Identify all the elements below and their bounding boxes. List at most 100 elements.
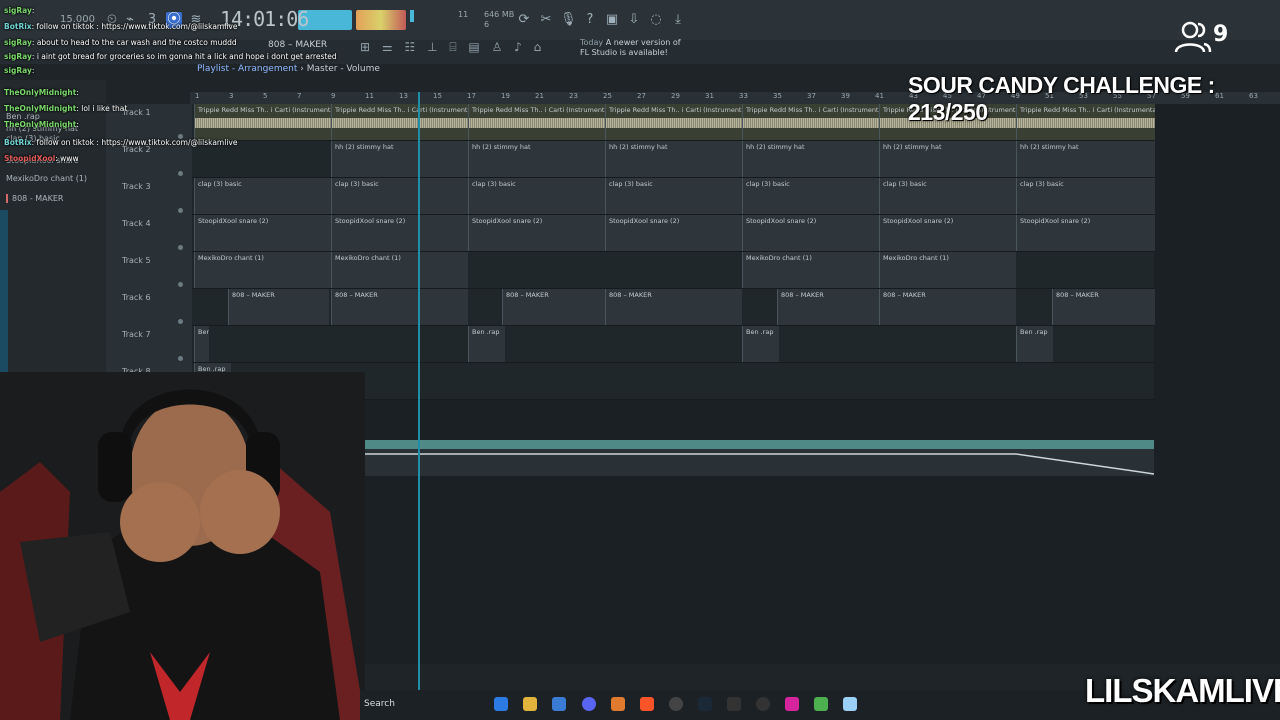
browser-item[interactable]: 808 - MAKER <box>6 194 63 203</box>
playhead[interactable] <box>418 92 420 692</box>
track-name[interactable]: Track 6 <box>122 293 151 302</box>
pattern-clip[interactable]: MexikoDro chant (1) <box>194 252 331 288</box>
instagram-icon[interactable] <box>785 697 799 711</box>
track-lane[interactable] <box>192 326 1154 363</box>
steam-icon[interactable] <box>698 697 712 711</box>
pattern-clip[interactable]: 808 – MAKER <box>228 289 329 325</box>
export-icon[interactable]: ⇩ <box>626 12 642 28</box>
pattern-clip[interactable]: clap (3) basic <box>879 178 1016 214</box>
pattern-clip[interactable]: hh (2) stimmy hat <box>605 141 742 177</box>
store-icon[interactable] <box>552 697 566 711</box>
pattern-clip[interactable]: clap (3) basic <box>468 178 605 214</box>
chat-text: : <box>31 6 35 15</box>
pattern-clip[interactable]: 808 – MAKER <box>502 289 605 325</box>
pattern-clip[interactable]: MexikoDro chant (1) <box>742 252 879 288</box>
chat-message: TheOnlyMidnight: lol i like that <box>4 104 127 113</box>
pattern-clip[interactable]: hh (2) stimmy hat <box>468 141 605 177</box>
pattern-clip[interactable]: 808 – MAKER <box>1052 289 1155 325</box>
pattern-clip[interactable]: MexikoDro chant (1) <box>331 252 468 288</box>
audio-clip[interactable]: Ben .rap <box>742 326 779 362</box>
chat-username: sigRay <box>4 52 32 61</box>
chat-icon[interactable]: ◌ <box>648 12 664 28</box>
app-icon-2[interactable] <box>727 697 741 711</box>
plugin-picker-icon[interactable]: ⊥ <box>427 40 437 54</box>
save-icon[interactable]: ▣ <box>604 12 620 28</box>
pattern-clip[interactable]: StoopidXool snare (2) <box>742 215 879 251</box>
channel-rack-icon[interactable]: ☷ <box>404 40 415 54</box>
pattern-clip[interactable]: 808 – MAKER <box>777 289 879 325</box>
4k-icon[interactable] <box>756 697 770 711</box>
track-mute-toggle[interactable] <box>178 282 183 287</box>
chat-text: : <box>31 66 35 75</box>
pattern-clip[interactable]: hh (2) stimmy hat <box>1016 141 1155 177</box>
pattern-clip[interactable]: clap (3) basic <box>742 178 879 214</box>
audio-clip[interactable]: Trippie Redd Miss Th.. i Carti (Instrume… <box>742 104 879 140</box>
copilot-icon[interactable] <box>494 697 508 711</box>
chat-text: : www <box>55 154 79 163</box>
cart-icon[interactable]: ⌂ <box>534 40 542 54</box>
audio-clip[interactable]: Trippie Redd Miss Th.. i Carti (Instrume… <box>605 104 742 140</box>
clip-label: hh (2) stimmy hat <box>472 143 531 151</box>
browser-icon[interactable]: ⌸ <box>449 40 456 54</box>
pianoroll-icon[interactable]: ⚌ <box>382 40 393 54</box>
pattern-clip[interactable]: StoopidXool snare (2) <box>1016 215 1155 251</box>
track-mute-toggle[interactable] <box>178 208 183 213</box>
pattern-clip[interactable]: MexikoDro chant (1) <box>879 252 1016 288</box>
file-explorer-icon[interactable] <box>523 697 537 711</box>
pattern-clip[interactable]: StoopidXool snare (2) <box>468 215 605 251</box>
pattern-clip[interactable]: StoopidXool snare (2) <box>331 215 468 251</box>
bar-tick: 25 <box>603 92 612 100</box>
clip-label: 808 – MAKER <box>1056 291 1099 299</box>
track-name[interactable]: Track 7 <box>122 330 151 339</box>
track-mute-toggle[interactable] <box>178 171 183 176</box>
brave-icon[interactable] <box>640 697 654 711</box>
clip-label: 808 – MAKER <box>781 291 824 299</box>
bar-tick: 31 <box>705 92 714 100</box>
pattern-clip[interactable]: clap (3) basic <box>194 178 331 214</box>
chat-text: : follow on tiktok : https://www.tiktok.… <box>31 138 238 147</box>
playlist-icon[interactable]: ▤ <box>468 40 479 54</box>
track-name[interactable]: Track 4 <box>122 219 151 228</box>
volume-bar[interactable] <box>410 10 414 22</box>
fl-studio-icon[interactable] <box>611 697 625 711</box>
pattern-clip[interactable]: StoopidXool snare (2) <box>605 215 742 251</box>
track-name[interactable]: Track 5 <box>122 256 151 265</box>
bar-tick: 39 <box>841 92 850 100</box>
pattern-clip[interactable]: 808 – MAKER <box>605 289 742 325</box>
track-mute-toggle[interactable] <box>178 319 183 324</box>
pattern-clip[interactable]: hh (2) stimmy hat <box>742 141 879 177</box>
tools-icon[interactable]: ✂ <box>538 12 554 28</box>
audio-clip[interactable]: Ben .rap <box>468 326 505 362</box>
audio-clip[interactable]: Ben .rap <box>1016 326 1053 362</box>
touch-icon[interactable]: ♪ <box>514 40 522 54</box>
audio-clip[interactable]: Ben .rap <box>194 326 209 362</box>
audio-clip[interactable]: Trippie Redd Miss Th.. i Carti (Instrume… <box>468 104 605 140</box>
pattern-clip[interactable]: StoopidXool snare (2) <box>194 215 331 251</box>
plugin-icon[interactable]: ♙ <box>492 40 503 54</box>
pattern-clip[interactable]: hh (2) stimmy hat <box>879 141 1016 177</box>
pattern-clip[interactable]: clap (3) basic <box>605 178 742 214</box>
track-mute-toggle[interactable] <box>178 356 183 361</box>
discord-icon[interactable] <box>582 697 596 711</box>
app-icon[interactable] <box>669 697 683 711</box>
clip-label: StoopidXool snare (2) <box>609 217 680 225</box>
track-name[interactable]: Track 3 <box>122 182 151 191</box>
pattern-clip[interactable]: 808 – MAKER <box>879 289 1016 325</box>
pattern-clip[interactable]: StoopidXool snare (2) <box>879 215 1016 251</box>
clip-label: clap (3) basic <box>609 180 653 188</box>
help-icon[interactable]: ? <box>582 12 598 28</box>
news-panel[interactable]: Today A newer version of FL Studio is av… <box>580 38 681 58</box>
browser-item[interactable]: MexikoDro chant (1) <box>6 174 87 183</box>
chat-message: BotRix: follow on tiktok : https://www.t… <box>4 138 237 147</box>
pattern-clip[interactable]: clap (3) basic <box>1016 178 1155 214</box>
notepad-icon[interactable] <box>843 697 857 711</box>
mic-icon[interactable]: 🎙 <box>560 12 577 28</box>
download-icon[interactable]: ⤓ <box>670 12 686 28</box>
refresh-icon[interactable]: ⟳ <box>516 12 532 28</box>
pattern-clip[interactable]: clap (3) basic <box>331 178 468 214</box>
app-icon-3[interactable] <box>814 697 828 711</box>
mixer-icon[interactable]: ⊞ <box>360 40 370 54</box>
taskbar-search[interactable]: Search <box>364 699 395 709</box>
pattern-clip[interactable]: 808 – MAKER <box>331 289 468 325</box>
track-mute-toggle[interactable] <box>178 245 183 250</box>
